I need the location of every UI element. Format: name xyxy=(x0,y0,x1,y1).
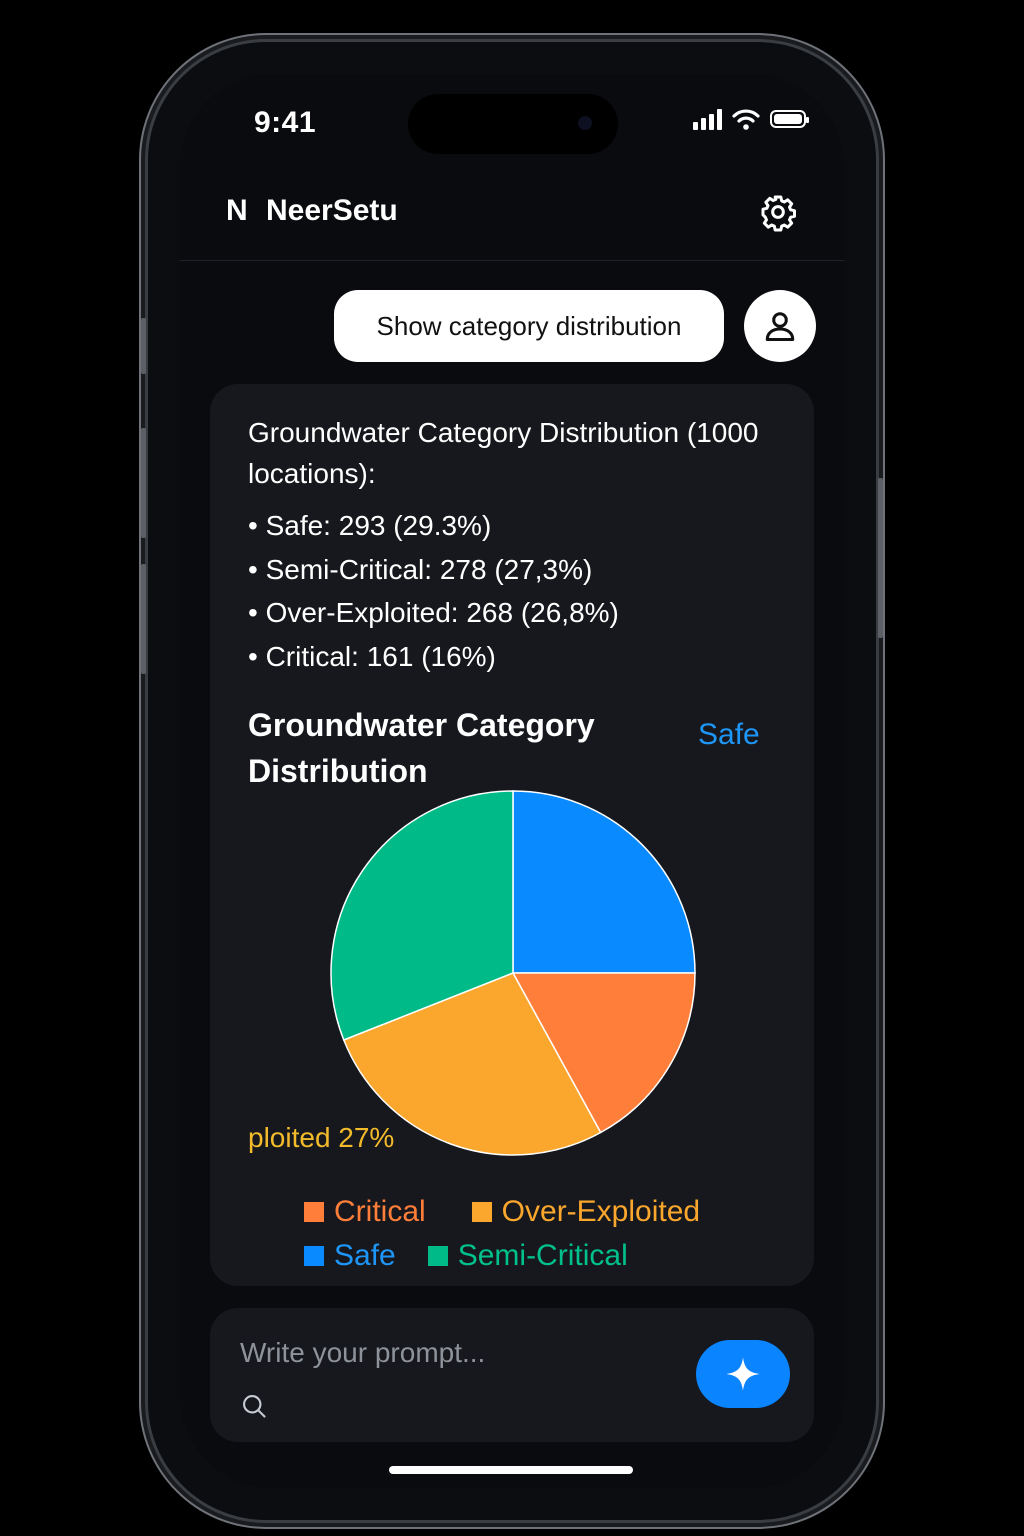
over-exploited-slice-label: ploited 27% xyxy=(248,1122,395,1153)
person-icon xyxy=(765,312,795,341)
app-title: NeerSetu xyxy=(266,194,398,227)
stat-semi-critical: • Semi-Critical: 278 (27,3%) xyxy=(248,553,593,585)
user-message-bubble: Show category distribution xyxy=(334,290,724,362)
prompt-input[interactable] xyxy=(238,1336,662,1370)
safe-slice-label: Safe xyxy=(698,718,760,751)
legend-label: Safe xyxy=(334,1239,396,1272)
stat-list: • Safe: 293 (29.3%) • Semi-Critical: 278… xyxy=(248,504,619,678)
prompt-composer xyxy=(210,1308,814,1442)
legend-swatch xyxy=(304,1202,324,1222)
silent-switch xyxy=(141,318,146,374)
legend-item-critical: Critical xyxy=(304,1195,426,1229)
stat-safe: • Safe: 293 (29.3%) xyxy=(248,510,492,541)
volume-down-button xyxy=(141,564,146,674)
summary-title: Groundwater Category Distribution (1000 … xyxy=(248,417,759,489)
wifi-icon xyxy=(732,109,760,130)
status-time: 9:41 xyxy=(254,106,317,139)
home-indicator xyxy=(389,1466,633,1474)
legend-label: Semi-Critical xyxy=(457,1239,628,1272)
chart-title: Groundwater Category Distribution xyxy=(248,707,595,789)
volume-up-button xyxy=(141,428,146,538)
stat-over-exploited: • Over-Exploited: 268 (26,8%) xyxy=(248,597,619,628)
dynamic-island xyxy=(408,94,618,154)
user-avatar[interactable] xyxy=(744,290,816,362)
gear-icon xyxy=(761,195,796,232)
phone-screen: 9:41 N NeerSetu Show category distributi… xyxy=(180,74,844,1488)
chart-legend: Critical Over-Exploited Safe Semi-Critic… xyxy=(304,1190,764,1278)
stat-critical: • Critical: 161 (16%) xyxy=(248,640,496,672)
legend-row: Safe Semi-Critical xyxy=(304,1234,764,1278)
legend-item-over-exploited: Over-Exploited xyxy=(471,1195,701,1229)
status-icons xyxy=(693,108,809,130)
legend-row: Critical Over-Exploited xyxy=(304,1190,764,1234)
camera-icon xyxy=(578,116,592,130)
assistant-response-card: Groundwater Category Distribution (1000 … xyxy=(210,384,814,1286)
send-button[interactable] xyxy=(696,1340,790,1408)
legend-swatch xyxy=(304,1246,324,1266)
legend-swatch xyxy=(427,1246,448,1266)
sparkle-icon xyxy=(726,1357,760,1391)
legend-swatch xyxy=(471,1202,492,1222)
legend-label: Over-Exploited xyxy=(501,1195,701,1228)
battery-icon xyxy=(770,110,809,128)
settings-button[interactable] xyxy=(758,192,798,232)
cellular-signal-icon xyxy=(693,108,722,130)
search-icon[interactable] xyxy=(240,1392,268,1420)
legend-item-semi-critical: Semi-Critical xyxy=(427,1239,628,1273)
app-logo: N xyxy=(226,194,248,227)
app-header: N NeerSetu xyxy=(180,182,844,261)
power-button xyxy=(878,478,883,638)
legend-item-safe: Safe xyxy=(304,1239,396,1273)
legend-label: Critical xyxy=(334,1195,426,1228)
pie-slice-safe xyxy=(512,790,696,974)
pie-chart xyxy=(330,790,696,1156)
